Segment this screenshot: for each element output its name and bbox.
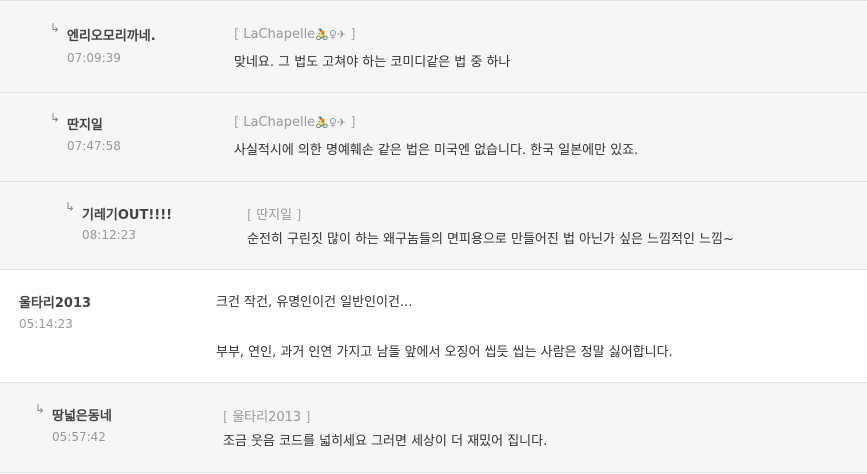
bracket-open: [ xyxy=(234,115,240,130)
comment-reply: ↳ 엔리오모리까네. 07:09:39 [ LaChapelle🚴♀✈ ] 맞네… xyxy=(0,0,867,93)
comment-list: ↳ 엔리오모리까네. 07:09:39 [ LaChapelle🚴♀✈ ] 맞네… xyxy=(0,0,867,474)
airplane-icon: ✈ xyxy=(336,28,347,41)
comment-author[interactable]: 기레기OUT!!!! xyxy=(82,204,172,223)
bracket-open: [ xyxy=(234,27,240,42)
airplane-icon: ✈ xyxy=(336,116,347,129)
reply-target[interactable]: [ LaChapelle🚴♀✈ ] xyxy=(234,115,355,130)
reply-arrow-icon: ↳ xyxy=(65,200,76,214)
reply-target-user: 딴지일 xyxy=(256,208,293,223)
comment-time: 05:57:42 xyxy=(52,430,106,444)
comment-reply: ↳ 딴지일 07:47:58 [ LaChapelle🚴♀✈ ] 사실적시에 의… xyxy=(0,93,867,182)
female-sign-icon: ♀ xyxy=(328,28,337,41)
reply-arrow-icon: ↳ xyxy=(50,111,61,125)
comment-author[interactable]: 울타리2013 xyxy=(19,292,91,311)
comment-text: 조금 웃음 코드를 넓히세요 그러면 세상이 더 재밌어 집니다. xyxy=(223,434,548,449)
bracket-open: [ xyxy=(247,208,253,223)
comment-time: 07:09:39 xyxy=(67,51,121,65)
bracket-close: ] xyxy=(350,27,356,42)
reply-target-user: 울타리2013 xyxy=(232,410,302,425)
reply-target-user: LaChapelle xyxy=(243,115,316,130)
reply-target[interactable]: [ LaChapelle🚴♀✈ ] xyxy=(234,27,355,42)
cyclist-icon: 🚴 xyxy=(315,28,329,41)
comment-author[interactable]: 딴지일 xyxy=(67,114,103,133)
bracket-close: ] xyxy=(296,208,302,223)
comment-author[interactable]: 땅넓은동네 xyxy=(52,405,112,424)
reply-target-user: LaChapelle xyxy=(243,27,316,42)
reply-arrow-icon: ↳ xyxy=(35,402,46,416)
comment-reply: ↳ 땅넓은동네 05:57:42 [ 울타리2013 ] 조금 웃음 코드를 넓… xyxy=(0,383,867,473)
reply-target[interactable]: [ 딴지일 ] xyxy=(247,204,301,223)
bracket-close: ] xyxy=(350,115,356,130)
bracket-close: ] xyxy=(305,410,311,425)
comment-time: 07:47:58 xyxy=(67,139,121,153)
female-sign-icon: ♀ xyxy=(328,116,337,129)
bracket-open: [ xyxy=(223,410,229,425)
comment-text-line1: 크건 작건, 유명인이건 일반인이건... xyxy=(216,295,413,310)
comment-time: 05:14:23 xyxy=(19,317,73,331)
comment-text: 순전히 구린짓 많이 하는 왜구놈들의 면피용으로 만들어진 법 아닌가 싶은 … xyxy=(247,232,734,247)
comment-text: 사실적시에 의한 명예훼손 같은 법은 미국엔 없습니다. 한국 일본에만 있죠… xyxy=(234,143,639,158)
comment-reply: ↳ 기레기OUT!!!! 08:12:23 [ 딴지일 ] 순전히 구린짓 많이… xyxy=(0,182,867,270)
comment-text: 맞네요. 그 법도 고쳐야 하는 코미디같은 법 중 하나 xyxy=(234,55,511,70)
comment-text-line2: 부부, 연인, 과거 인연 가지고 남들 앞에서 오징어 씹듯 씹는 사람은 정… xyxy=(216,345,673,360)
comment-time: 08:12:23 xyxy=(82,228,136,242)
comment-author[interactable]: 엔리오모리까네. xyxy=(67,25,156,44)
reply-arrow-icon: ↳ xyxy=(50,21,61,35)
comment-top: 울타리2013 05:14:23 크건 작건, 유명인이건 일반인이건... 부… xyxy=(0,270,867,383)
cyclist-icon: 🚴 xyxy=(315,116,329,129)
reply-target[interactable]: [ 울타리2013 ] xyxy=(223,406,310,425)
